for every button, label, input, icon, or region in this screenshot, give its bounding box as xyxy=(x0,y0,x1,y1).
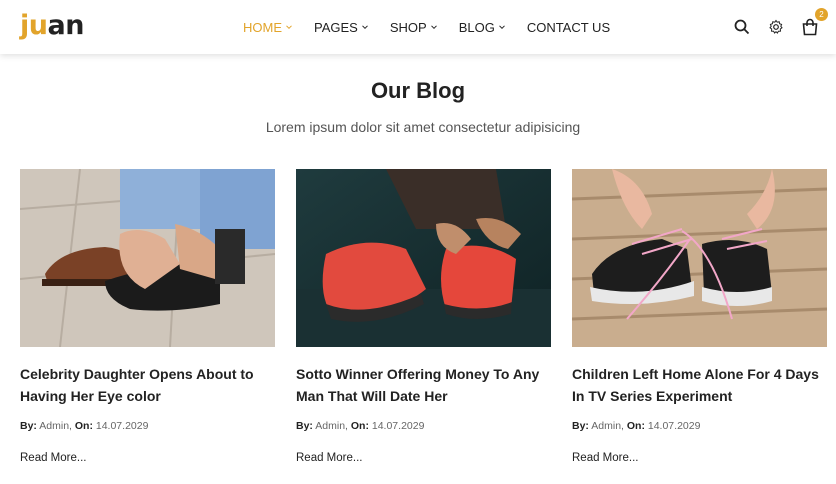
nav-contact-label: CONTACT US xyxy=(526,19,611,35)
site-header: juan HOME PAGES SHOP BLOG CONTACT US 2 xyxy=(0,0,836,54)
nav-pages[interactable]: PAGES xyxy=(314,20,368,35)
post-meta: By: Admin, On: 14.07.2029 xyxy=(572,420,827,432)
on-label: On: xyxy=(74,420,93,432)
blog-image[interactable] xyxy=(572,169,827,347)
nav-home-label: HOME xyxy=(243,19,282,35)
post-title[interactable]: Celebrity Daughter Opens About to Having… xyxy=(20,363,275,407)
post-meta: By: Admin, On: 14.07.2029 xyxy=(20,420,275,432)
nav-shop-label: SHOP xyxy=(389,19,427,35)
post-date: 14.07.2029 xyxy=(647,420,701,432)
post-meta: By: Admin, On: 14.07.2029 xyxy=(296,420,551,432)
post-author: Admin, xyxy=(39,420,72,432)
chevron-down-icon xyxy=(498,25,505,30)
on-label: On: xyxy=(350,420,369,432)
on-label: On: xyxy=(626,420,645,432)
read-more-link[interactable]: Read More... xyxy=(20,452,86,464)
cart-count-badge: 2 xyxy=(815,8,828,21)
chevron-down-icon xyxy=(361,25,368,30)
cart-button[interactable]: 2 xyxy=(798,8,828,39)
blog-image[interactable] xyxy=(296,169,551,347)
nav-shop[interactable]: SHOP xyxy=(390,20,437,35)
search-button[interactable] xyxy=(730,15,754,39)
main-nav: HOME PAGES SHOP BLOG CONTACT US xyxy=(243,0,632,54)
logo-text: an xyxy=(47,10,84,41)
logo[interactable]: juan xyxy=(20,9,84,43)
nav-contact[interactable]: CONTACT US xyxy=(527,20,610,35)
nav-home[interactable]: HOME xyxy=(243,20,292,35)
logo-accent-text: ju xyxy=(20,10,48,41)
by-label: By: xyxy=(296,420,313,432)
post-author: Admin, xyxy=(591,420,624,432)
nav-blog[interactable]: BLOG xyxy=(459,20,505,35)
chevron-down-icon xyxy=(286,25,292,30)
post-author: Admin, xyxy=(315,420,348,432)
blog-image[interactable] xyxy=(20,169,275,347)
by-label: By: xyxy=(572,420,589,432)
shopping-bag-icon xyxy=(802,18,818,36)
header-icons: 2 xyxy=(722,8,828,39)
by-label: By: xyxy=(20,420,37,432)
nav-pages-label: PAGES xyxy=(314,19,358,35)
post-date: 14.07.2029 xyxy=(371,420,425,432)
settings-button[interactable] xyxy=(764,15,788,39)
gear-icon xyxy=(769,19,783,34)
section-subtitle: Lorem ipsum dolor sit amet consectetur a… xyxy=(265,119,581,135)
read-more-link[interactable]: Read More... xyxy=(296,452,362,464)
post-title[interactable]: Sotto Winner Offering Money To Any Man T… xyxy=(296,363,551,407)
read-more-link[interactable]: Read More... xyxy=(572,452,638,464)
blog-card: Sotto Winner Offering Money To Any Man T… xyxy=(296,169,551,464)
nav-blog-label: BLOG xyxy=(458,19,495,35)
section-title: Our Blog xyxy=(370,78,466,103)
blog-card: Celebrity Daughter Opens About to Having… xyxy=(20,169,275,464)
post-date: 14.07.2029 xyxy=(95,420,149,432)
chevron-down-icon xyxy=(430,25,437,30)
search-icon xyxy=(734,19,750,35)
post-title[interactable]: Children Left Home Alone For 4 Days In T… xyxy=(572,363,827,407)
blog-card: Children Left Home Alone For 4 Days In T… xyxy=(572,169,827,464)
